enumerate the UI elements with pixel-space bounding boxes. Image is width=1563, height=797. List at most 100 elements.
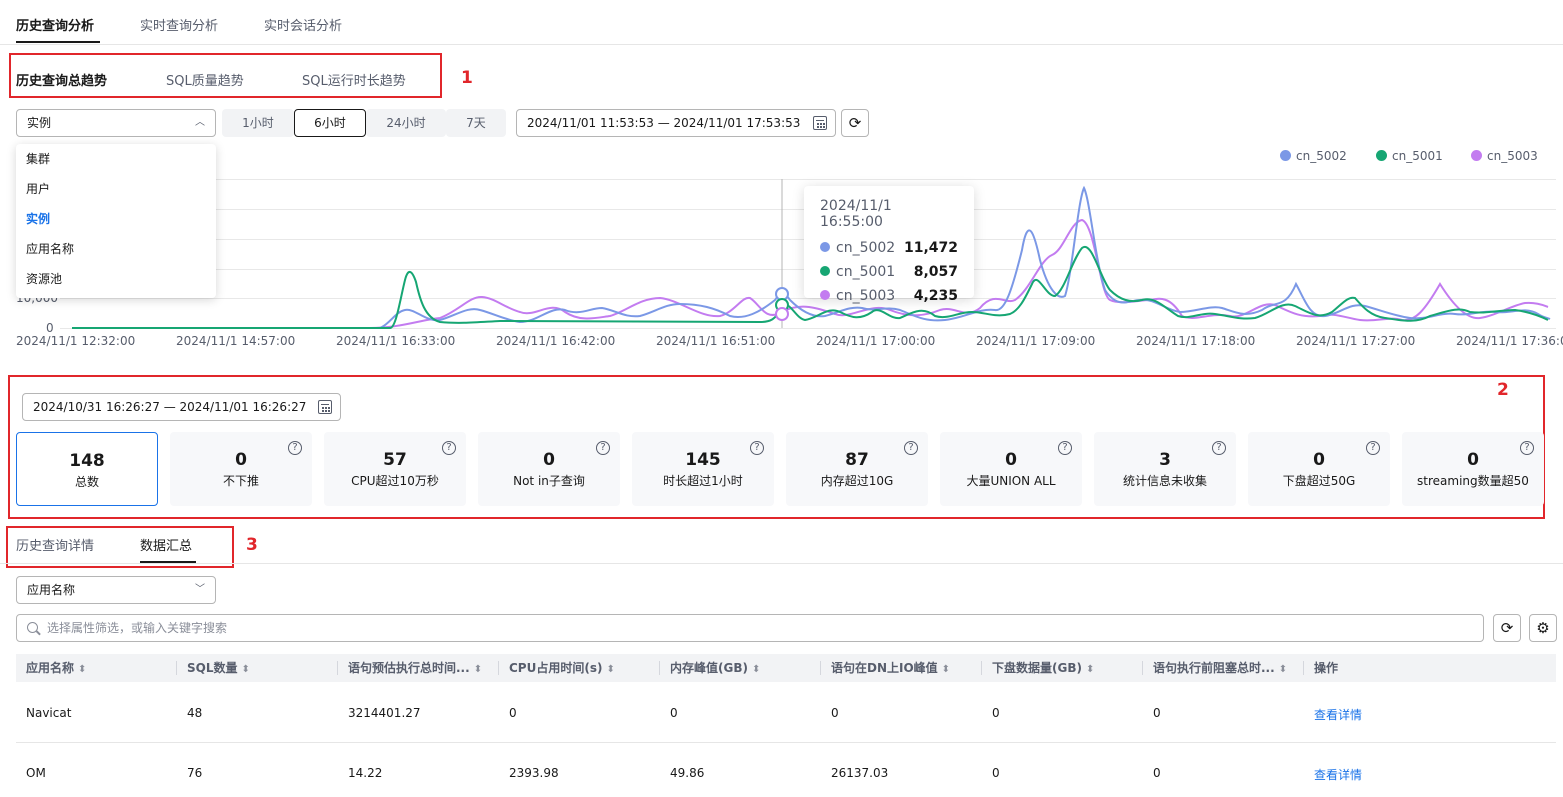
- stat-card-duration-over-1h[interactable]: ? 145 时长超过1小时: [632, 432, 774, 506]
- stats-date-range-picker[interactable]: 2024/10/31 16:26:27 — 2024/11/01 16:26:2…: [22, 393, 341, 421]
- time-range-1h[interactable]: 1小时: [222, 109, 294, 137]
- stat-card-stats-not-collected[interactable]: ? 3 统计信息未收集: [1094, 432, 1236, 506]
- dropdown-option-app-name[interactable]: 应用名称: [16, 234, 216, 264]
- cell-cpu-time: 2393.98: [509, 766, 559, 780]
- sort-icon[interactable]: ⬍: [942, 664, 950, 675]
- view-details-link[interactable]: 查看详情: [1314, 766, 1362, 783]
- dropdown-option-instance[interactable]: 实例: [16, 204, 216, 234]
- table-settings-button[interactable]: ⚙: [1529, 614, 1557, 642]
- dropdown-option-user[interactable]: 用户: [16, 174, 216, 204]
- stat-card-cpu-over-100k[interactable]: ? 57 CPU超过10万秒: [324, 432, 466, 506]
- stat-label: 总数: [74, 475, 99, 489]
- sort-icon[interactable]: ⬍: [474, 664, 482, 675]
- sort-icon[interactable]: ⬍: [1279, 664, 1287, 675]
- column-header-spill-data[interactable]: 下盘数据量(GB) ⬍: [992, 654, 1094, 682]
- dropdown-option-cluster[interactable]: 集群: [16, 144, 216, 174]
- help-icon[interactable]: ?: [1058, 441, 1072, 455]
- x-tick-label: 2024/11/1 16:51:00: [656, 334, 776, 348]
- annotation-number-3: 3: [246, 535, 258, 555]
- column-separator: [659, 661, 660, 675]
- y-tick-label: 0: [46, 321, 54, 335]
- stat-card-not-in-subquery[interactable]: ? 0 Not in子查询: [478, 432, 620, 506]
- chevron-up-icon: ︿: [195, 117, 205, 128]
- sort-icon[interactable]: ⬍: [606, 664, 614, 675]
- annotation-number-1: 1: [461, 68, 473, 88]
- tooltip-dot: [820, 242, 830, 252]
- time-range-24h[interactable]: 24小时: [366, 109, 446, 137]
- help-icon[interactable]: ?: [442, 441, 456, 455]
- legend-item-cn-5001[interactable]: cn_5001: [1376, 149, 1443, 163]
- tooltip-series-name: cn_5003: [836, 288, 896, 304]
- refresh-button[interactable]: ⟳: [841, 109, 869, 137]
- tooltip-dot: [820, 290, 830, 300]
- time-range-7d[interactable]: 7天: [446, 109, 506, 137]
- cell-memory-peak: 0: [670, 706, 678, 720]
- legend-item-cn-5003[interactable]: cn_5003: [1471, 149, 1538, 163]
- column-header-label: 语句执行前阻塞总时...: [1153, 661, 1275, 675]
- top-tabs-divider: [0, 44, 1563, 45]
- stat-card-memory-over-10g[interactable]: ? 87 内存超过10G: [786, 432, 928, 506]
- cell-spill-data: 0: [992, 706, 1000, 720]
- stat-card-spill-over-50g[interactable]: ? 0 下盘超过50G: [1248, 432, 1390, 506]
- column-separator: [981, 661, 982, 675]
- column-header-sql-count[interactable]: SQL数量 ⬍: [187, 654, 250, 682]
- stat-label: 时长超过1小时: [663, 474, 743, 488]
- detail-tab-data-summary[interactable]: 数据汇总: [140, 535, 192, 554]
- annotation-number-2: 2: [1497, 380, 1509, 400]
- cell-estimated-exec-time: 14.22: [348, 766, 383, 780]
- column-header-label: 应用名称: [26, 661, 75, 675]
- x-tick-label: 2024/11/1 17:00:00: [816, 334, 936, 348]
- help-icon[interactable]: ?: [904, 441, 918, 455]
- help-icon[interactable]: ?: [1520, 441, 1534, 455]
- sort-icon[interactable]: ⬍: [752, 664, 760, 675]
- column-separator: [337, 661, 338, 675]
- column-header-cpu-time[interactable]: CPU占用时间(s) ⬍: [509, 654, 615, 682]
- help-icon[interactable]: ?: [596, 441, 610, 455]
- x-tick-label: 2024/11/1 14:57:00: [176, 334, 296, 348]
- search-placeholder: 选择属性筛选，或输入关键字搜索: [47, 621, 228, 635]
- column-header-blocking-time[interactable]: 语句执行前阻塞总时... ⬍: [1153, 654, 1287, 682]
- trend-tab-total[interactable]: 历史查询总趋势: [16, 70, 107, 89]
- hover-point-cn-5003: [775, 307, 789, 321]
- tab-history-query-analysis[interactable]: 历史查询分析: [16, 15, 94, 34]
- column-header-dn-io-peak[interactable]: 语句在DN上IO峰值 ⬍: [831, 654, 950, 682]
- tab-realtime-query-analysis[interactable]: 实时查询分析: [140, 15, 218, 34]
- time-range-6h[interactable]: 6小时: [294, 109, 366, 137]
- tooltip-row: cn_5003 4,235: [820, 284, 958, 308]
- column-header-memory-peak[interactable]: 内存峰值(GB) ⬍: [670, 654, 760, 682]
- help-icon[interactable]: ?: [288, 441, 302, 455]
- help-icon[interactable]: ?: [1366, 441, 1380, 455]
- view-details-link[interactable]: 查看详情: [1314, 706, 1362, 723]
- help-icon[interactable]: ?: [1212, 441, 1226, 455]
- cell-cpu-time: 0: [509, 706, 517, 720]
- detail-tabs-divider: [0, 563, 1563, 564]
- dimension-select[interactable]: 实例 ︿: [16, 109, 216, 137]
- table-refresh-button[interactable]: ⟳: [1493, 614, 1521, 642]
- stat-card-total[interactable]: 148 总数: [16, 432, 158, 506]
- stat-card-union-all[interactable]: ? 0 大量UNION ALL: [940, 432, 1082, 506]
- trend-tab-sql-quality[interactable]: SQL质量趋势: [166, 70, 244, 89]
- legend-item-cn-5002[interactable]: cn_5002: [1280, 149, 1347, 163]
- sort-icon[interactable]: ⬍: [78, 664, 86, 675]
- column-header-app-name[interactable]: 应用名称 ⬍: [26, 654, 86, 682]
- detail-tab-history-details[interactable]: 历史查询详情: [16, 535, 94, 554]
- search-input[interactable]: 选择属性筛选，或输入关键字搜索: [16, 614, 1484, 642]
- sort-icon[interactable]: ⬍: [1086, 664, 1094, 675]
- tab-realtime-session-analysis[interactable]: 实时会话分析: [264, 15, 342, 34]
- help-icon[interactable]: ?: [750, 441, 764, 455]
- stat-label: 统计信息未收集: [1122, 474, 1207, 488]
- group-by-select[interactable]: 应用名称 ﹀: [16, 576, 216, 604]
- stat-card-no-pushdown[interactable]: ? 0 不下推: [170, 432, 312, 506]
- column-separator: [1303, 661, 1304, 675]
- column-separator: [176, 661, 177, 675]
- sort-icon[interactable]: ⬍: [242, 664, 250, 675]
- dropdown-option-resource-pool[interactable]: 资源池: [16, 264, 216, 294]
- stat-card-streaming-over-50[interactable]: ? 0 streaming数量超50: [1402, 432, 1544, 506]
- trend-tab-sql-duration[interactable]: SQL运行时长趋势: [302, 70, 406, 89]
- chart-date-range-picker[interactable]: 2024/11/01 11:53:53 — 2024/11/01 17:53:5…: [516, 109, 836, 137]
- column-header-label: 语句预估执行总时间...: [348, 661, 470, 675]
- trend-line-chart[interactable]: 10,000 0: [0, 170, 1563, 335]
- x-tick-label: 2024/11/1 12:32:00: [16, 334, 136, 348]
- column-header-estimated-exec-time[interactable]: 语句预估执行总时间... ⬍: [348, 654, 482, 682]
- refresh-icon: ⟳: [1500, 619, 1514, 637]
